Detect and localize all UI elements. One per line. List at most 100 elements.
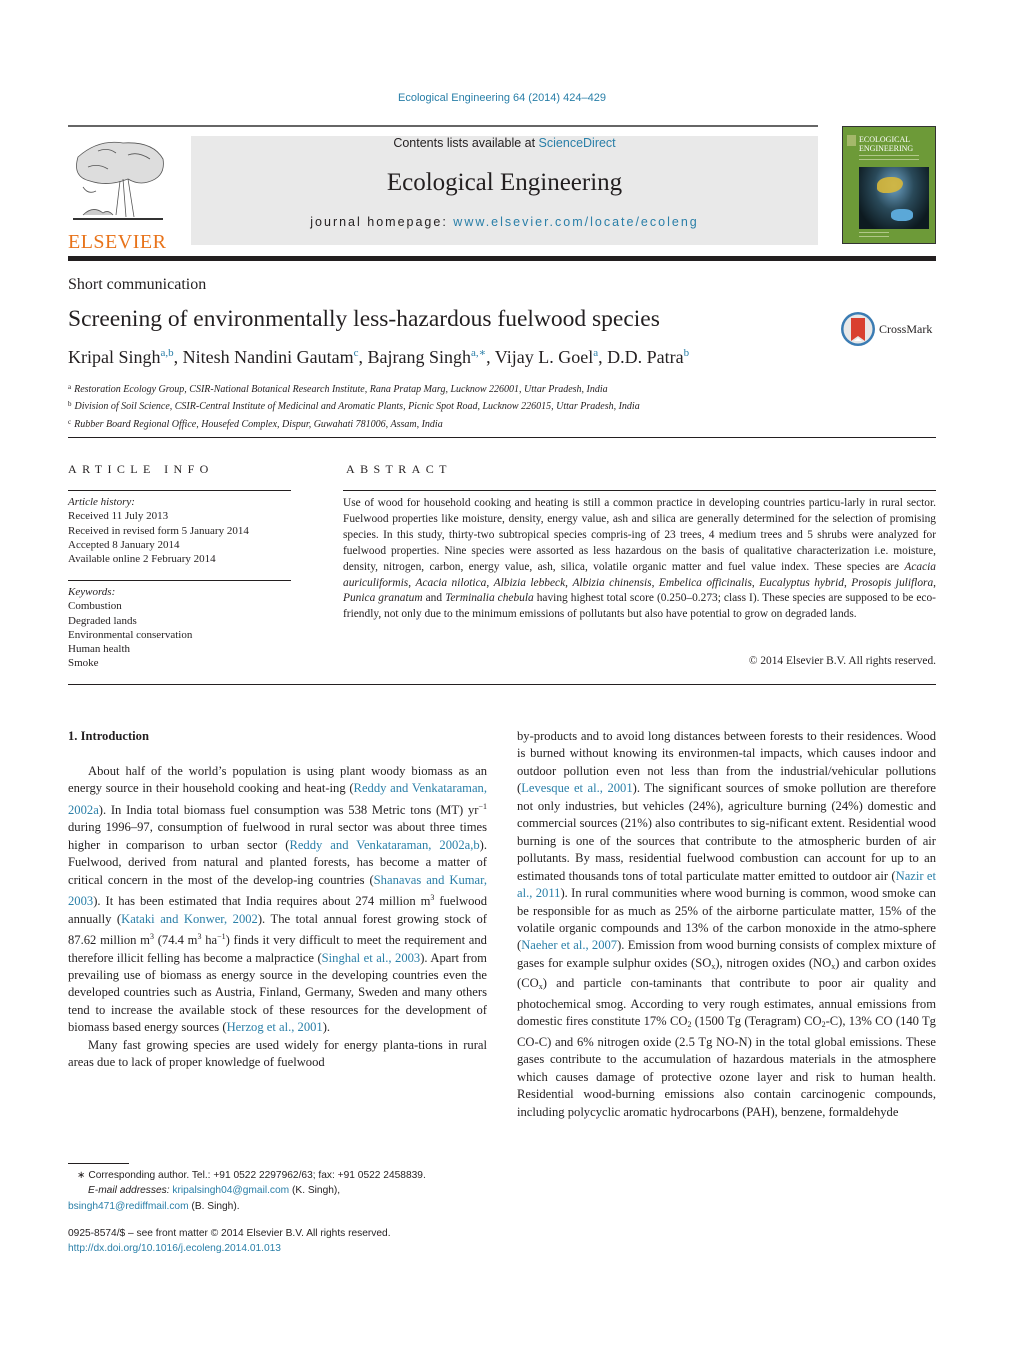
author-name[interactable]: D.D. Patra	[607, 347, 683, 367]
keyword-item: Smoke	[68, 657, 99, 670]
citation-link[interactable]: Levesque et al., 2001	[521, 781, 632, 795]
abstract-text: Use of wood for household cooking and he…	[343, 496, 936, 623]
cover-title: ECOLOGICAL ENGINEERING	[859, 135, 913, 153]
divider	[68, 580, 291, 581]
issn-block: 0925-8574/$ – see front matter © 2014 El…	[68, 1227, 391, 1256]
citation-link[interactable]: Reddy and Venkataraman, 2002a,b	[289, 838, 479, 852]
keyword-item: Environmental conservation	[68, 628, 193, 641]
affiliation: c Rubber Board Regional Office, Housefed …	[68, 415, 640, 432]
email-line: bsingh471@rediffmail.com (B. Singh).	[68, 1199, 426, 1214]
elsevier-logo[interactable]: ELSEVIER	[68, 137, 168, 252]
species-name: Eucalyptus hybrid	[759, 576, 844, 589]
author-affiliation-marker[interactable]: a,b	[161, 347, 174, 359]
homepage-label: journal homepage:	[310, 215, 454, 229]
species-name: Acacia nilotica	[415, 576, 487, 589]
cover-subtitle	[859, 155, 919, 160]
citation-link[interactable]: Naeher et al., 2007	[521, 938, 617, 952]
body-text: (1500 Tg (Teragram) CO	[691, 1014, 822, 1029]
body-text: ).	[322, 1020, 331, 1035]
body-column-right: by-products and to avoid long distances …	[517, 728, 936, 1121]
affiliation: b Division of Soil Science, CSIR-Central …	[68, 397, 640, 414]
email-owner: (B. Singh).	[188, 1200, 240, 1212]
cover-title-line: ECOLOGICAL	[859, 135, 911, 144]
journal-name: Ecological Engineering	[386, 169, 623, 196]
divider	[343, 490, 936, 491]
author-name[interactable]: Kripal Singh	[68, 347, 161, 367]
elsevier-tree-icon	[73, 141, 164, 220]
cover-title-line: ENGINEERING	[859, 144, 914, 153]
citation-link[interactable]: Herzog et al., 2001	[227, 1020, 323, 1034]
species-name: Punica granatum	[343, 592, 423, 605]
crossmark-button[interactable]: CrossMark	[840, 309, 940, 349]
email-line: E-mail addresses: kripalsingh04@gmail.co…	[68, 1183, 426, 1198]
keywords: Keywords: Combustion Degraded lands Envi…	[68, 585, 192, 671]
contents-prefix: Contents lists available at	[393, 136, 539, 150]
affiliation-key: c	[68, 417, 72, 426]
body-text: ), nitrogen oxides (NO	[715, 955, 832, 970]
article-info-heading: ARTICLE INFO	[68, 462, 214, 476]
email-link[interactable]: bsingh471@rediffmail.com	[68, 1201, 189, 1212]
history-item: Available online 2 February 2014	[68, 553, 216, 566]
author-name[interactable]: Nitesh Nandini Gautam	[183, 347, 354, 367]
affiliation-key: a	[68, 383, 72, 391]
body-text: ). It has been estimated that India requ…	[93, 894, 431, 909]
elsevier-wordmark: ELSEVIER	[68, 231, 167, 253]
species-name: Terminalia chebula	[445, 592, 534, 605]
keyword-item: Human health	[68, 643, 131, 656]
body-paragraph: by-products and to avoid long distances …	[517, 728, 936, 1121]
homepage-link[interactable]: www.elsevier.com/locate/ecoleng	[453, 215, 698, 229]
divider	[68, 684, 936, 685]
author-name[interactable]: Bajrang Singh	[368, 347, 472, 367]
divider	[68, 437, 936, 438]
body-column-left: About half of the world’s population is …	[68, 763, 487, 1072]
superscript: −1	[478, 801, 487, 811]
species-name: Albizia lebbeck	[493, 576, 566, 589]
author-separator: ,	[598, 347, 608, 367]
affiliation: a Restoration Ecology Group, CSIR-Nationa…	[68, 380, 640, 397]
contents-line: Contents lists available at ScienceDirec…	[191, 136, 818, 150]
author-name[interactable]: Vijay L. Goel	[495, 347, 593, 367]
citation-link[interactable]: Kataki and Konwer, 2002	[121, 912, 258, 926]
body-text: ). In India total biomass fuel consumpti…	[98, 802, 479, 817]
author-affiliation-marker[interactable]: b	[684, 347, 690, 359]
history-item: Accepted 8 January 2014	[68, 538, 180, 551]
affiliation-text: Restoration Ecology Group, CSIR-National…	[74, 384, 608, 395]
header-thick-rule	[68, 256, 936, 261]
body-text: ). The significant sources of smoke poll…	[517, 781, 936, 883]
footnote-rule	[68, 1163, 129, 1164]
author-separator: ,	[173, 347, 183, 367]
sciencedirect-link[interactable]: ScienceDirect	[539, 136, 616, 150]
abstract-separator: ,	[651, 576, 659, 589]
header-rule	[68, 125, 818, 127]
abstract-separator: and	[422, 592, 446, 605]
cover-publisher-icon	[847, 135, 856, 146]
citation-link[interactable]: Singhal et al., 2003	[322, 951, 421, 965]
species-name: Embelica officinalis	[658, 576, 752, 589]
journal-citation[interactable]: Ecological Engineering 64 (2014) 424–429	[0, 92, 1004, 104]
body-text: ha	[201, 933, 218, 948]
body-text: -C), 13% CO (140 Tg CO-C) and 6% nitroge…	[517, 1014, 936, 1119]
author-affiliation-marker[interactable]: a,∗	[471, 347, 486, 359]
body-paragraph: About half of the world’s population is …	[68, 763, 487, 1037]
species-name: Albizia chinensis	[572, 576, 652, 589]
email-label: E-mail addresses:	[88, 1185, 173, 1197]
keyword-item: Degraded lands	[68, 614, 137, 627]
species-name: Prosopis juliflora	[851, 576, 934, 589]
crossmark-icon	[841, 312, 875, 346]
author-separator: ,	[358, 347, 368, 367]
doi-link[interactable]: http://dx.doi.org/10.1016/j.ecoleng.2014…	[68, 1242, 391, 1257]
article-history: Article history: Received 11 July 2013 R…	[68, 495, 249, 566]
history-item: Received in revised form 5 January 2014	[68, 524, 249, 537]
superscript: −1	[217, 932, 226, 942]
section-heading-introduction: 1. Introduction	[68, 729, 149, 743]
body-text: Many fast growing species are used widel…	[68, 1037, 487, 1070]
article-history-label: Article history:	[68, 496, 135, 508]
affiliation-key: b	[68, 400, 72, 409]
abstract-separator: ,	[486, 576, 494, 589]
email-link[interactable]: kripalsingh04@gmail.com	[172, 1185, 289, 1196]
affiliation-list: a Restoration Ecology Group, CSIR-Nationa…	[68, 380, 640, 432]
abstract-copyright: © 2014 Elsevier B.V. All rights reserved…	[748, 655, 936, 667]
journal-cover-image[interactable]: ECOLOGICAL ENGINEERING	[842, 126, 936, 244]
cover-photo-detail	[891, 209, 913, 221]
article-type: Short communication	[68, 276, 207, 293]
